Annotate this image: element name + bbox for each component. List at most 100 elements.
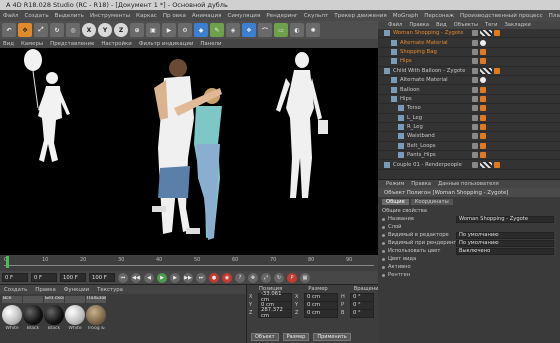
- visibility-dots-icon[interactable]: [472, 86, 478, 93]
- camera-icon[interactable]: ◐: [290, 23, 304, 37]
- pla-key-icon[interactable]: ▦: [300, 272, 310, 283]
- weight-tag-icon[interactable]: [480, 114, 486, 121]
- object-row[interactable]: Belt_Loops: [378, 142, 560, 152]
- object-row[interactable]: Torso: [378, 104, 560, 114]
- size-mode-select[interactable]: Размер: [282, 333, 310, 341]
- weight-tag-icon[interactable]: [480, 105, 486, 112]
- material-menu-item[interactable]: Создать: [4, 287, 27, 293]
- menu-item[interactable]: Симуляция: [224, 13, 263, 19]
- weight-tag-icon[interactable]: [480, 58, 486, 65]
- viewport-menu-item[interactable]: Камеры: [21, 41, 43, 47]
- next-key-icon[interactable]: ▶▶: [183, 272, 193, 283]
- menu-item[interactable]: Скульпт: [301, 13, 331, 19]
- object-row[interactable]: L_Leg: [378, 114, 560, 123]
- visibility-dots-icon[interactable]: [472, 30, 478, 37]
- pen-icon[interactable]: ✎: [210, 23, 224, 37]
- display-tag-icon[interactable]: [494, 30, 500, 37]
- menu-item[interactable]: Анимация: [189, 13, 225, 19]
- cube-icon[interactable]: ◆: [194, 23, 208, 37]
- play-icon[interactable]: ▶: [157, 272, 167, 283]
- world-coord-icon[interactable]: ⊕: [130, 23, 144, 37]
- attribute-menu-item[interactable]: Данные пользователя: [438, 181, 499, 187]
- property-dot-icon[interactable]: [382, 233, 385, 237]
- display-tag-icon[interactable]: [494, 161, 500, 168]
- object-row[interactable]: Balloon: [378, 85, 560, 95]
- weight-tag-icon[interactable]: [480, 95, 486, 102]
- attribute-value[interactable]: Выключено: [456, 247, 554, 255]
- position-field[interactable]: 287.372 cm: [258, 307, 292, 319]
- viewport-menu-item[interactable]: Панели: [200, 41, 221, 47]
- rotate-icon[interactable]: ↻: [50, 23, 64, 37]
- x-axis-button[interactable]: X: [82, 23, 96, 37]
- material-swatch[interactable]: Пользователь Troog &: [86, 296, 106, 331]
- object-menu-item[interactable]: Вид: [436, 22, 447, 28]
- live-select-icon[interactable]: ◎: [66, 23, 80, 37]
- visibility-dots-icon[interactable]: [472, 114, 478, 121]
- record-icon[interactable]: ●: [209, 272, 219, 283]
- keyframe-selection-icon[interactable]: ?: [235, 272, 245, 283]
- goto-end-icon[interactable]: ⏭: [196, 272, 206, 283]
- deformer-icon[interactable]: ⌒: [258, 23, 272, 37]
- material-swatch[interactable]: White: [65, 296, 85, 331]
- property-dot-icon[interactable]: [382, 249, 385, 253]
- array-icon[interactable]: ❖: [242, 23, 256, 37]
- material-swatch[interactable]: Все White: [2, 296, 22, 331]
- menu-item[interactable]: Трекер движения: [331, 13, 390, 19]
- attribute-tab[interactable]: Координаты: [410, 199, 453, 205]
- object-row[interactable]: R_Leg: [378, 123, 560, 133]
- visibility-dots-icon[interactable]: [472, 67, 478, 74]
- goto-start-icon[interactable]: ⏮: [118, 272, 128, 283]
- render-view-icon[interactable]: ▶: [162, 23, 176, 37]
- position-key-icon[interactable]: ✥: [248, 272, 258, 283]
- subdivision-icon[interactable]: ◈: [226, 23, 240, 37]
- menu-item[interactable]: Инструменты: [87, 13, 133, 19]
- visibility-dots-icon[interactable]: [472, 58, 478, 65]
- object-row[interactable]: Hips: [378, 95, 560, 105]
- material-menu-item[interactable]: Текстура: [97, 287, 123, 293]
- visibility-dots-icon[interactable]: [472, 39, 478, 46]
- material-tag-icon[interactable]: [480, 161, 492, 168]
- object-menu-item[interactable]: Объекты: [454, 22, 478, 28]
- visibility-dots-icon[interactable]: [472, 152, 478, 159]
- visibility-dots-icon[interactable]: [472, 161, 478, 168]
- visibility-dots-icon[interactable]: [472, 77, 478, 84]
- material-swatch[interactable]: Без скоя Black: [44, 296, 64, 331]
- scale-key-icon[interactable]: ⤢: [261, 272, 271, 283]
- menu-item[interactable]: MoGraph: [390, 13, 421, 19]
- menu-item[interactable]: Рендеринг: [263, 13, 301, 19]
- material-menu-item[interactable]: Правка: [35, 287, 56, 293]
- visibility-dots-icon[interactable]: [472, 142, 478, 149]
- parameter-key-icon[interactable]: P: [287, 272, 297, 283]
- attribute-menu-item[interactable]: Правка: [411, 181, 431, 187]
- menu-item[interactable]: Пр овка: [160, 13, 189, 19]
- rotation-field[interactable]: 0 °: [350, 308, 374, 318]
- menu-item[interactable]: Каркас: [133, 13, 160, 19]
- menu-item[interactable]: Создать: [21, 13, 51, 19]
- object-row[interactable]: Couple 01 - Renderpeople: [378, 160, 560, 170]
- object-row[interactable]: Alternate Material: [378, 38, 560, 48]
- light-icon[interactable]: ✺: [306, 23, 320, 37]
- material-tag-icon[interactable]: [480, 77, 486, 84]
- object-row[interactable]: Shopping Bag: [378, 48, 560, 58]
- menu-item[interactable]: Выделить: [52, 13, 87, 19]
- object-row[interactable]: Waistband: [378, 132, 560, 142]
- menu-item[interactable]: Файл: [0, 13, 21, 19]
- object-menu-item[interactable]: Правка: [409, 22, 429, 28]
- scale-icon[interactable]: ⤢: [34, 23, 48, 37]
- viewport[interactable]: [0, 48, 378, 255]
- attribute-value[interactable]: Woman Shopping - Zygote: [456, 215, 554, 223]
- attribute-tab[interactable]: Общие: [382, 199, 409, 205]
- material-menu-item[interactable]: Функции: [64, 287, 89, 293]
- start-frame-field[interactable]: 0 F: [2, 273, 28, 282]
- menu-item[interactable]: Персонаж: [421, 13, 457, 19]
- object-row[interactable]: Woman Shopping - Zygote: [378, 29, 560, 39]
- render-settings-icon[interactable]: ⚙: [178, 23, 192, 37]
- object-row[interactable]: Alternate Material: [378, 76, 560, 86]
- property-dot-icon[interactable]: [382, 217, 385, 221]
- viewport-menu-item[interactable]: Настройки: [101, 41, 131, 47]
- autokey-icon[interactable]: ◉: [222, 272, 232, 283]
- weight-tag-icon[interactable]: [480, 86, 486, 93]
- object-menu-item[interactable]: Закладки: [504, 22, 530, 28]
- rotation-key-icon[interactable]: ↻: [274, 272, 284, 283]
- weight-tag-icon[interactable]: [480, 48, 486, 55]
